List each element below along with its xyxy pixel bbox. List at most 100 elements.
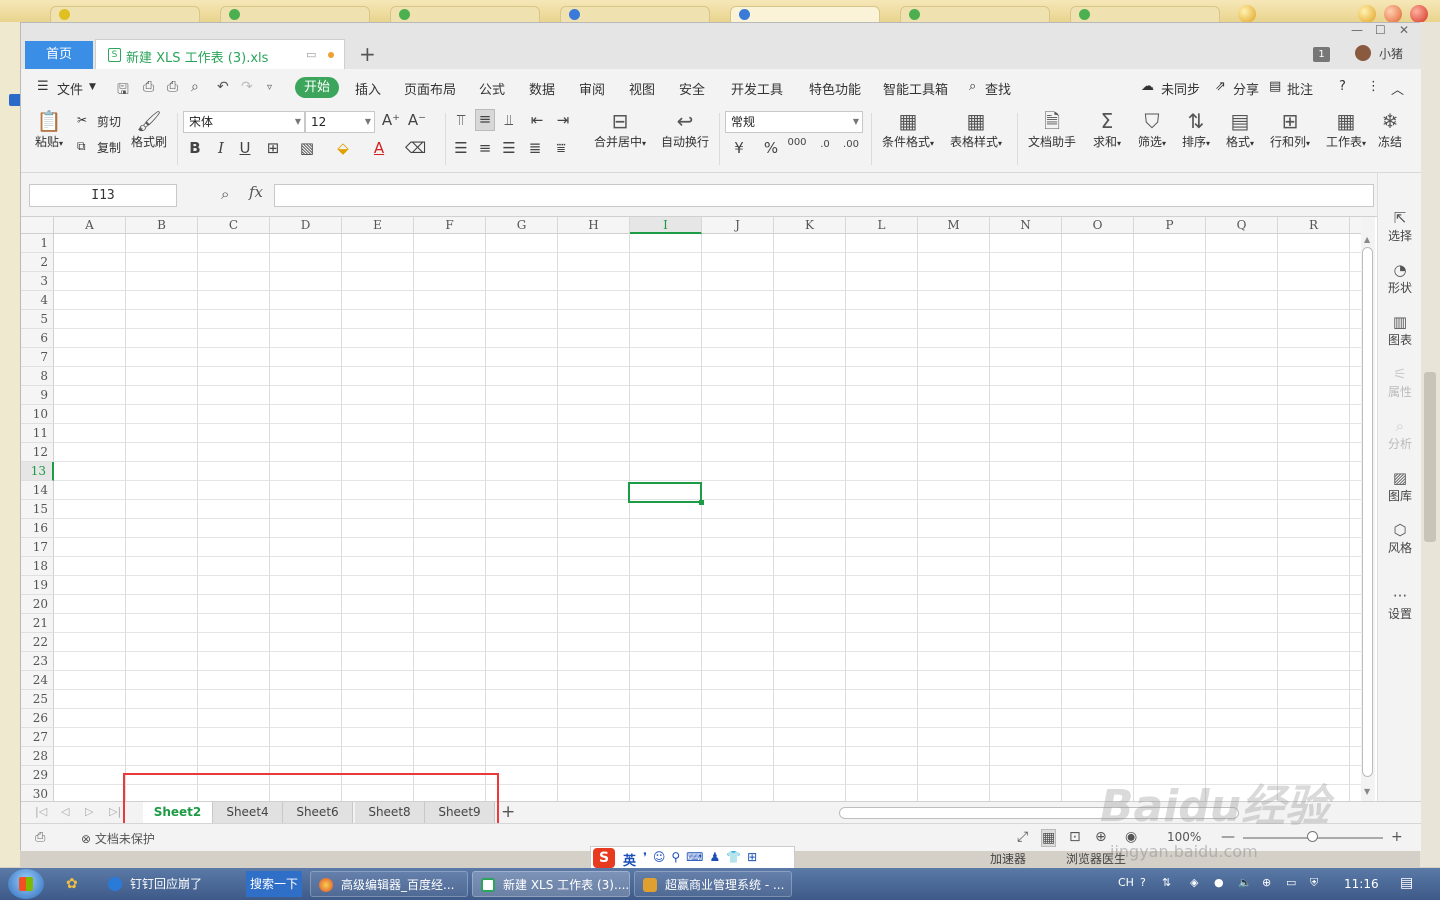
sogou-logo-icon[interactable]: S xyxy=(593,848,615,868)
column-header[interactable]: L xyxy=(846,217,918,234)
name-box[interactable]: I13 xyxy=(29,184,177,207)
font-color-icon[interactable]: A xyxy=(369,139,389,157)
display-icon[interactable]: ▭ xyxy=(1286,876,1296,889)
input-language[interactable]: CH xyxy=(1118,876,1134,889)
sheet-tab-sheet6[interactable]: Sheet6 xyxy=(283,802,353,823)
row-header[interactable]: 17 xyxy=(21,538,54,557)
menu-smart-toolbox[interactable]: 智能工具箱 xyxy=(883,79,948,98)
font-size-select[interactable]: 12 ▼ xyxy=(305,111,375,133)
background-browser-icon[interactable] xyxy=(1358,5,1376,23)
column-header[interactable]: F xyxy=(414,217,486,234)
worksheet-button[interactable]: ▦ 工作表▾ xyxy=(1321,109,1371,150)
column-header[interactable]: P xyxy=(1134,217,1206,234)
sum-button[interactable]: Σ 求和▾ xyxy=(1087,109,1127,150)
customize-qa-icon[interactable]: ▿ xyxy=(267,82,272,93)
scroll-thumb[interactable] xyxy=(1362,247,1373,777)
side-chart[interactable]: ▥ 图表 xyxy=(1378,313,1422,348)
copy-button[interactable]: 复制 xyxy=(97,139,121,156)
prev-sheet-icon[interactable]: ◁ xyxy=(61,805,69,818)
row-header[interactable]: 10 xyxy=(21,405,54,424)
taskbar-item[interactable]: 超赢商业管理系统 - ... xyxy=(634,871,792,897)
row-header[interactable]: 11 xyxy=(21,424,54,443)
side-settings[interactable]: ··· 设置 xyxy=(1378,587,1422,622)
new-tab-button[interactable]: + xyxy=(359,43,376,65)
menu-page-layout[interactable]: 页面布局 xyxy=(404,79,456,98)
taskbar-item[interactable]: 钉钉回应崩了 xyxy=(100,871,242,897)
column-header[interactable]: Q xyxy=(1206,217,1278,234)
export-pdf-icon[interactable]: ⎙ xyxy=(143,79,154,95)
align-bottom-icon[interactable]: ⫫ xyxy=(499,111,519,129)
row-header[interactable]: 18 xyxy=(21,557,54,576)
formula-input[interactable] xyxy=(274,184,1374,207)
sheet-tab-sheet8[interactable]: Sheet8 xyxy=(355,802,425,823)
search-icon[interactable]: ⌕ xyxy=(969,79,976,94)
justify-icon[interactable]: ≣ xyxy=(525,139,545,157)
redo-icon[interactable]: ↷ xyxy=(241,79,253,95)
align-right-icon[interactable]: ☰ xyxy=(499,139,519,157)
format-painter-button[interactable]: 🖌 格式刷 xyxy=(129,109,169,150)
background-tab[interactable] xyxy=(220,6,370,22)
column-header[interactable]: G xyxy=(486,217,558,234)
column-header[interactable]: R xyxy=(1278,217,1350,234)
more-icon[interactable]: ⋮ xyxy=(1367,79,1380,94)
row-header[interactable]: 2 xyxy=(21,253,54,272)
font-name-select[interactable]: 宋体 ▼ xyxy=(183,111,305,133)
zoom-in-icon[interactable]: + xyxy=(1391,829,1403,845)
menu-developer[interactable]: 开发工具 xyxy=(731,79,783,98)
background-tab[interactable] xyxy=(1070,6,1220,22)
next-sheet-icon[interactable]: ▷ xyxy=(85,805,93,818)
menu-search[interactable]: 查找 xyxy=(985,79,1011,98)
background-tab[interactable] xyxy=(730,6,880,22)
row-header[interactable]: 26 xyxy=(21,709,54,728)
pin-icon[interactable]: ▭ xyxy=(306,48,316,61)
menu-special-features[interactable]: 特色功能 xyxy=(809,79,861,98)
maximize-icon[interactable]: ☐ xyxy=(1375,23,1386,37)
spreadsheet-grid[interactable]: ABCDEFGHIJKLMNOPQR 1 2 3 4 5 6 7 8 9 10 11 12 13 14 15… xyxy=(21,217,1361,804)
ime-tools-icons[interactable]: ❜☺⚲⌨♟👕⊞ xyxy=(643,850,763,864)
increase-decimal-icon[interactable]: .0 xyxy=(815,139,835,150)
number-format-select[interactable]: 常规 ▼ xyxy=(725,111,863,133)
menu-security[interactable]: 安全 xyxy=(679,79,705,98)
row-col-button[interactable]: ⊞ 行和列▾ xyxy=(1265,109,1315,150)
background-tab[interactable] xyxy=(390,6,540,22)
borders-icon[interactable]: ⊞ xyxy=(263,139,283,157)
row-header[interactable]: 7 xyxy=(21,348,54,367)
page-break-view-icon[interactable]: ⊡ xyxy=(1069,829,1081,845)
start-button[interactable] xyxy=(8,869,44,899)
side-style[interactable]: ⬡ 风格 xyxy=(1378,521,1422,556)
align-top-icon[interactable]: ⫪ xyxy=(451,111,471,129)
distributed-icon[interactable]: ⩸ xyxy=(551,139,571,157)
hamburger-icon[interactable]: ☰ xyxy=(37,79,49,94)
underline-icon[interactable]: U xyxy=(235,139,255,157)
row-header[interactable]: 15 xyxy=(21,500,54,519)
bold-icon[interactable]: B xyxy=(185,139,205,157)
row-header[interactable]: 29 xyxy=(21,766,54,785)
active-cell[interactable] xyxy=(628,482,704,505)
row-header[interactable]: 12 xyxy=(21,443,54,462)
row-header[interactable]: 24 xyxy=(21,671,54,690)
column-header[interactable]: O xyxy=(1062,217,1134,234)
help-icon[interactable]: ? xyxy=(1339,79,1346,94)
undo-icon[interactable]: ↶ xyxy=(217,79,229,95)
column-header[interactable]: M xyxy=(918,217,990,234)
column-header[interactable]: A xyxy=(54,217,126,234)
scroll-down-icon[interactable]: ▼ xyxy=(1364,787,1370,796)
add-sheet-button[interactable]: + xyxy=(501,802,515,822)
last-sheet-icon[interactable]: ▷| xyxy=(109,805,121,818)
document-tab[interactable]: S 新建 XLS 工作表 (3).xls ▭ xyxy=(95,39,345,69)
plus-icon[interactable]: ⊕ xyxy=(1262,876,1271,889)
side-properties[interactable]: ⚟ 属性 xyxy=(1378,365,1422,400)
column-header[interactable]: H xyxy=(558,217,630,234)
row-header[interactable]: 21 xyxy=(21,614,54,633)
align-middle-icon[interactable]: ≡ xyxy=(475,109,495,131)
column-header[interactable]: B xyxy=(126,217,198,234)
align-center-icon[interactable]: ≡ xyxy=(475,139,495,157)
share-icon[interactable]: ⇗ xyxy=(1215,79,1226,94)
security-icon[interactable]: ⛨ xyxy=(1310,876,1318,890)
comment-button[interactable]: 批注 xyxy=(1287,79,1313,98)
username[interactable]: 小猪 xyxy=(1379,45,1403,62)
fill-style-icon[interactable]: ▧ xyxy=(297,139,317,157)
paste-button[interactable]: 📋 粘贴▾ xyxy=(31,109,67,150)
ime-toolbar[interactable]: S 英 ❜☺⚲⌨♟👕⊞ xyxy=(590,846,795,870)
vertical-scrollbar[interactable]: ▲ ▼ xyxy=(1361,217,1375,801)
